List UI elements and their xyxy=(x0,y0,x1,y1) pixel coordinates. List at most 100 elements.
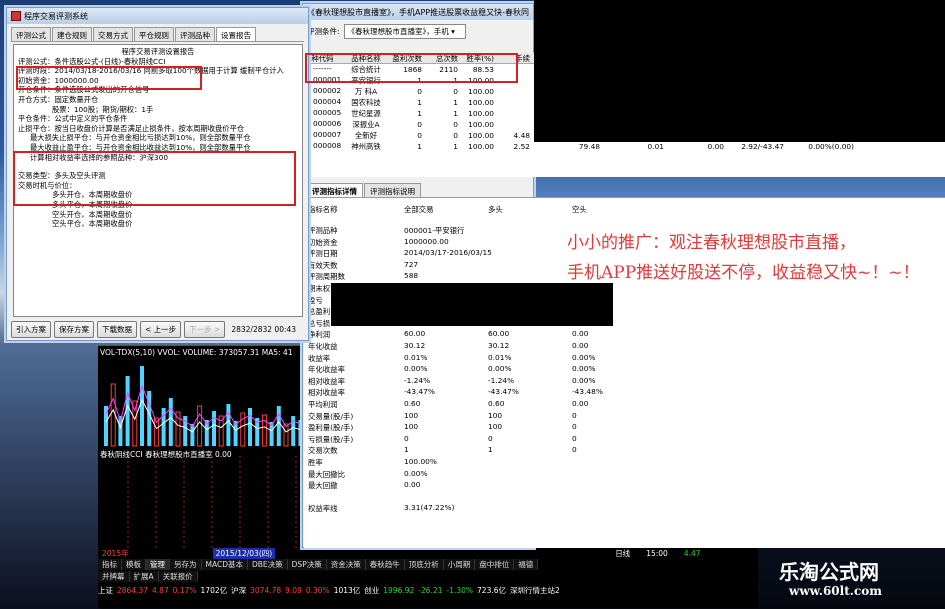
highlight-box-formula xyxy=(16,66,202,90)
table-cell: 0.00%(0.00) xyxy=(808,142,854,151)
detail-cell: 0 xyxy=(572,433,577,443)
brand-logo-text: 乐淘公式网 xyxy=(779,560,879,584)
detail-row[interactable]: 平均利润 0.60 0.60 0.00 xyxy=(308,399,652,410)
detail-cell: 000001-平安银行 xyxy=(404,226,465,235)
detail-cell: 相对收益率 xyxy=(308,388,345,398)
tab-2[interactable]: 交易方式 xyxy=(93,27,133,41)
settings-window-title: 程序交易评测系统 xyxy=(24,11,88,21)
prev-step-button[interactable]: < 上一步 xyxy=(140,321,182,338)
table-cell: 世纪星源 xyxy=(351,109,381,118)
detail-cell: 3.31(47.22%) xyxy=(404,503,455,513)
volume-indicator-label: VOL-TDX(5,10) VVOL: VOLUME: 373057.31 MA… xyxy=(100,348,293,357)
detail-cell: 净利润 xyxy=(308,330,331,340)
detail-row[interactable]: 最大回撤 0.00 xyxy=(308,480,652,491)
detail-row[interactable]: 相对收益率 -1.24% -1.24% 0.00% xyxy=(308,376,652,387)
indicator-tab[interactable]: 资金决策 xyxy=(326,559,366,570)
detail-cell: 1 xyxy=(404,445,409,455)
index-value: 1013亿 xyxy=(333,586,361,595)
indicator-tab-bar: 指标 模板 管理 另存为 MACD基本 DBE决策 DSP决策 资金决策 春秋趋牛 顶底分析 小周期… xyxy=(98,559,539,570)
tab-3[interactable]: 平仓规则 xyxy=(134,27,174,41)
detail-cell: 0.00 xyxy=(572,399,589,408)
indicator-tab[interactable]: DSP决策 xyxy=(287,559,327,570)
indicator-tab[interactable]: 管理 xyxy=(146,559,170,570)
indicator-tab[interactable]: 福德 xyxy=(514,559,539,570)
detail-row[interactable]: 收益率 0.01% 0.01% 0.00% xyxy=(308,353,652,364)
detail-row[interactable]: 相对收益率 -43.47% -43.47% -43.48% xyxy=(308,387,652,398)
indicator-tab-2[interactable]: 并牌幕 xyxy=(98,571,130,582)
detail-row[interactable]: 年化收益率 0.00% 0.00% 0.00% xyxy=(308,364,652,375)
indicator-tab[interactable]: 春秋趋牛 xyxy=(365,559,405,570)
index-value: 1996.92 xyxy=(383,586,415,595)
indicator-tab[interactable]: 顶底分析 xyxy=(404,559,444,570)
detail-cell xyxy=(488,469,572,480)
redacted-top-area-overlay xyxy=(534,0,945,142)
save-plan-button[interactable]: 保存方案 xyxy=(54,321,94,338)
tab-5[interactable]: 设置报告 xyxy=(216,27,256,41)
report-open-method: 开仓方式：固定数量开仓 xyxy=(18,94,99,104)
indicator-tab[interactable]: DBE决策 xyxy=(247,559,288,570)
detail-row[interactable]: 亏损量(股/手) 0 0 0 xyxy=(308,434,652,445)
result-window-titlebar[interactable]: 《春秋理想股市直播室》，手机APP推送股票收益稳又快-春秋同 xyxy=(303,4,533,20)
index-value: 0.17% xyxy=(172,586,197,595)
detail-cell: 评测日期 xyxy=(308,249,338,259)
detail-cell: 平均利润 xyxy=(308,400,338,409)
indicator-tab[interactable]: 小周期 xyxy=(443,559,476,570)
detail-cell: 100 xyxy=(404,422,419,432)
detail-cell xyxy=(572,457,652,468)
import-plan-button[interactable]: 引入方案 xyxy=(11,321,51,338)
table-cell: 000004 xyxy=(304,97,346,108)
detail-row[interactable]: 年化收益 30.12 30.12 0.00 xyxy=(308,341,652,352)
table-cell: 万 科A xyxy=(354,87,378,96)
period-label[interactable]: 日线 xyxy=(615,548,630,559)
code-text: 000008 xyxy=(313,141,342,150)
promo-line-1: 小小的推广：观注春秋理想股市直播， xyxy=(567,233,856,253)
report-short-close: 空头平仓，本周期收盘价 xyxy=(52,219,133,229)
condition-select[interactable]: 《春秋理想股市直播室》，手机 ▾ xyxy=(343,24,466,39)
next-step-button[interactable]: 下一步 > xyxy=(184,321,226,338)
index-value: 沪深 xyxy=(231,586,247,595)
tab-1[interactable]: 建仓规则 xyxy=(52,27,92,41)
detail-header: 指标名称 全部交易 多头 空头 xyxy=(308,204,652,215)
settings-window-titlebar[interactable]: 程序交易评测系统 xyxy=(7,8,308,24)
indicator-tab[interactable]: 指标 xyxy=(98,559,122,570)
indicator-tab[interactable]: 盘中排位 xyxy=(475,559,515,570)
index-value: 9.09 xyxy=(285,586,302,595)
detail-cell: 年化收益 xyxy=(308,342,338,351)
indicator-tab-2[interactable]: 关联报价 xyxy=(158,571,198,582)
detail-row[interactable]: 净利润 60.00 60.00 0.00 xyxy=(308,329,652,340)
detail-cell: 100.00% xyxy=(404,457,437,466)
tab-4[interactable]: 评测品种 xyxy=(175,27,215,41)
indicator-tab[interactable]: MACD基本 xyxy=(201,559,248,570)
market-index-bar: 上证 2864.37 4.87 0.17% 1702亿 沪深 3074.78 9.09 0.30… xyxy=(98,585,564,596)
detail-cell: 交易量(股/手) xyxy=(308,411,354,421)
detail-cell: 有效天数 xyxy=(308,260,338,270)
indicator-tab[interactable]: 模板 xyxy=(122,559,146,570)
code-text: 000007 xyxy=(313,130,342,139)
app-icon xyxy=(11,11,21,21)
volume-chart-panel[interactable]: VOL-TDX(5,10) VVOL: VOLUME: 373057.31 MA… xyxy=(98,345,308,549)
detail-row[interactable]: 胜率 100.00% xyxy=(308,457,652,468)
table-cell: 1 xyxy=(453,98,458,107)
detail-row[interactable]: 交易次数 1 1 0 xyxy=(308,445,652,456)
tab-0[interactable]: 评测公式 xyxy=(11,27,51,41)
table-row[interactable]: 000008 神州高铁 1 1 100.00 2.52 79.48 0.01 0.00 2.92/… xyxy=(304,141,945,152)
detail-row[interactable]: 交易量(股/手) 100 100 0 xyxy=(308,411,652,422)
volume-bar xyxy=(226,404,231,446)
report-close-condition: 平仓条件：公式中定义的平仓条件 xyxy=(18,114,128,124)
index-value: -1.30% xyxy=(446,586,474,595)
detail-row[interactable]: 盈利量(股/手) 100 100 0 xyxy=(308,422,652,433)
indicator-tab[interactable]: 另存为 xyxy=(170,559,202,570)
volume-bar xyxy=(140,366,144,446)
detail-cell: 30.12 xyxy=(488,341,510,350)
detail-cell: 最大回撤 xyxy=(308,481,338,491)
indicator-tab-2[interactable]: 扩展A xyxy=(129,571,159,582)
download-data-button[interactable]: 下载数据 xyxy=(97,321,137,338)
detail-row[interactable]: 最大回撤比 0.00% xyxy=(308,469,652,480)
report-stop-loss: 止损平仓：按当日收盘价计算是否满足止损条件，按本周期收盘价平仓 xyxy=(18,123,245,133)
detail-row[interactable]: 权益率线 3.31(47.22%) xyxy=(308,503,652,514)
detail-cell: 最大回撤比 xyxy=(308,469,345,479)
brand-url: www.60lt.com xyxy=(789,584,882,598)
detail-header-cell: 空头 xyxy=(572,205,587,214)
highlight-box-stop xyxy=(13,151,296,206)
table-cell: 0 xyxy=(417,120,422,129)
